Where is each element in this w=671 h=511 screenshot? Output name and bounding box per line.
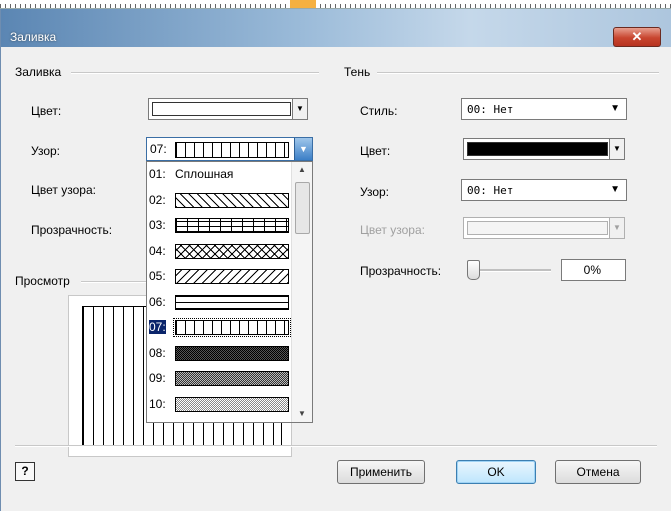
shadow-group-label: Тень bbox=[344, 65, 371, 79]
chevron-down-icon[interactable]: ▼ bbox=[610, 180, 620, 200]
dropdown-scrollbar[interactable]: ▲ ▼ bbox=[291, 162, 312, 422]
ruler bbox=[0, 0, 671, 9]
pattern-option[interactable]: 09: bbox=[147, 368, 291, 388]
pattern-option[interactable]: 01: Сплошная bbox=[147, 164, 291, 184]
shadow-style-label: Стиль: bbox=[360, 104, 398, 118]
fill-color-picker[interactable]: ▼ bbox=[148, 98, 308, 120]
preview-separator bbox=[81, 281, 147, 283]
cancel-button[interactable]: Отмена bbox=[555, 460, 641, 484]
preview-group-label: Просмотр bbox=[15, 274, 70, 288]
pattern-option-swatch bbox=[175, 243, 289, 259]
pattern-option-number: 03: bbox=[149, 218, 166, 232]
fill-pattern-color-label: Цвет узора: bbox=[31, 183, 96, 197]
dialog-title: Заливка bbox=[10, 30, 57, 44]
close-icon: ✕ bbox=[631, 29, 643, 44]
fill-pattern-swatch bbox=[175, 142, 289, 158]
pattern-option-swatch bbox=[173, 318, 291, 337]
shadow-pattern-label: Узор: bbox=[360, 185, 389, 199]
pattern-option-swatch bbox=[175, 396, 289, 412]
pattern-option[interactable]: 03: bbox=[147, 215, 291, 235]
pattern-option-swatch bbox=[175, 269, 289, 284]
chevron-down-icon[interactable]: ▼ bbox=[294, 138, 312, 160]
pattern-option-swatch bbox=[175, 192, 289, 208]
apply-button[interactable]: Применить bbox=[337, 460, 425, 484]
shadow-pattern-select[interactable]: 00: Нет ▼ bbox=[461, 179, 627, 201]
help-button[interactable]: ? bbox=[15, 462, 35, 481]
close-button[interactable]: ✕ bbox=[613, 27, 661, 47]
pattern-option-number: 08: bbox=[149, 345, 166, 360]
pattern-option[interactable]: 06: bbox=[147, 292, 291, 312]
title-bar: Заливка ✕ bbox=[1, 9, 671, 47]
pattern-option[interactable]: 02: bbox=[147, 190, 291, 210]
scroll-up-icon[interactable]: ▲ bbox=[292, 162, 312, 178]
shadow-style-value: 00: Нет bbox=[467, 103, 514, 116]
fill-group-label: Заливка bbox=[15, 65, 62, 79]
fill-dialog: Заливка ✕ Заливка Цвет: ▼ Узор: 07: ▼ Цв… bbox=[0, 9, 671, 511]
shadow-pattern-color-picker: ▼ bbox=[463, 217, 625, 239]
ok-button[interactable]: OK bbox=[456, 460, 536, 484]
pattern-option-number: 05: bbox=[149, 269, 166, 283]
fill-pattern-number: 07: bbox=[150, 142, 167, 156]
pattern-option-number: 06: bbox=[149, 294, 166, 309]
chevron-down-icon[interactable]: ▼ bbox=[609, 139, 624, 159]
fill-transparency-label: Прозрачность: bbox=[31, 223, 113, 237]
pattern-option-number: 09: bbox=[149, 371, 166, 385]
shadow-color-picker[interactable]: ▼ bbox=[463, 138, 625, 160]
pattern-option-number: 10: bbox=[149, 396, 166, 411]
pattern-option[interactable]: 10: bbox=[147, 394, 291, 414]
shadow-transparency-track[interactable] bbox=[471, 269, 551, 272]
pattern-option-swatch bbox=[175, 345, 289, 361]
shadow-color-label: Цвет: bbox=[360, 144, 391, 158]
shadow-transparency-input[interactable]: 0% bbox=[561, 259, 626, 281]
pattern-option-number: 07: bbox=[149, 320, 166, 334]
pattern-option-number: 01: bbox=[149, 167, 166, 181]
shadow-pattern-color-label: Цвет узора: bbox=[360, 223, 425, 237]
dialog-content: Заливка Цвет: ▼ Узор: 07: ▼ Цвет узора: … bbox=[1, 47, 671, 511]
scroll-down-icon[interactable]: ▼ bbox=[292, 406, 312, 422]
pattern-option-swatch bbox=[175, 294, 289, 310]
shadow-color-swatch bbox=[467, 142, 608, 156]
footer-separator bbox=[15, 445, 657, 447]
pattern-option[interactable]: 08: bbox=[147, 343, 291, 363]
shadow-transparency-slider[interactable] bbox=[467, 260, 480, 280]
pattern-option-number: 02: bbox=[149, 192, 166, 207]
scroll-thumb[interactable] bbox=[295, 182, 310, 234]
shadow-group-separator bbox=[377, 72, 659, 74]
chevron-down-icon: ▼ bbox=[609, 218, 624, 238]
fill-color-label: Цвет: bbox=[31, 104, 62, 118]
pattern-option[interactable]: 05: bbox=[147, 266, 291, 286]
shadow-style-select[interactable]: 00: Нет ▼ bbox=[461, 98, 627, 120]
shadow-pattern-value: 00: Нет bbox=[467, 184, 514, 197]
ruler-highlight bbox=[290, 0, 316, 8]
help-icon: ? bbox=[21, 464, 29, 478]
chevron-down-icon[interactable]: ▼ bbox=[610, 99, 620, 119]
pattern-option[interactable]: 04: bbox=[147, 241, 291, 261]
fill-group-separator bbox=[71, 72, 319, 74]
shadow-pattern-color-swatch bbox=[467, 221, 608, 235]
pattern-option-label: Сплошная bbox=[175, 167, 234, 181]
shadow-transparency-label: Прозрачность: bbox=[360, 264, 442, 278]
pattern-option-swatch bbox=[175, 371, 289, 386]
chevron-down-icon[interactable]: ▼ bbox=[292, 99, 307, 119]
pattern-option[interactable]: 07: bbox=[147, 317, 291, 337]
fill-pattern-select[interactable]: 07: ▼ bbox=[146, 137, 313, 161]
pattern-option-number: 04: bbox=[149, 243, 166, 258]
pattern-dropdown-list[interactable]: 01: Сплошная 02: 03: 04: 05: 06: 07: 08: 09: 10: ▲… bbox=[146, 161, 313, 423]
pattern-option-swatch bbox=[175, 218, 289, 233]
fill-color-swatch bbox=[152, 102, 291, 116]
fill-pattern-label: Узор: bbox=[31, 144, 60, 158]
